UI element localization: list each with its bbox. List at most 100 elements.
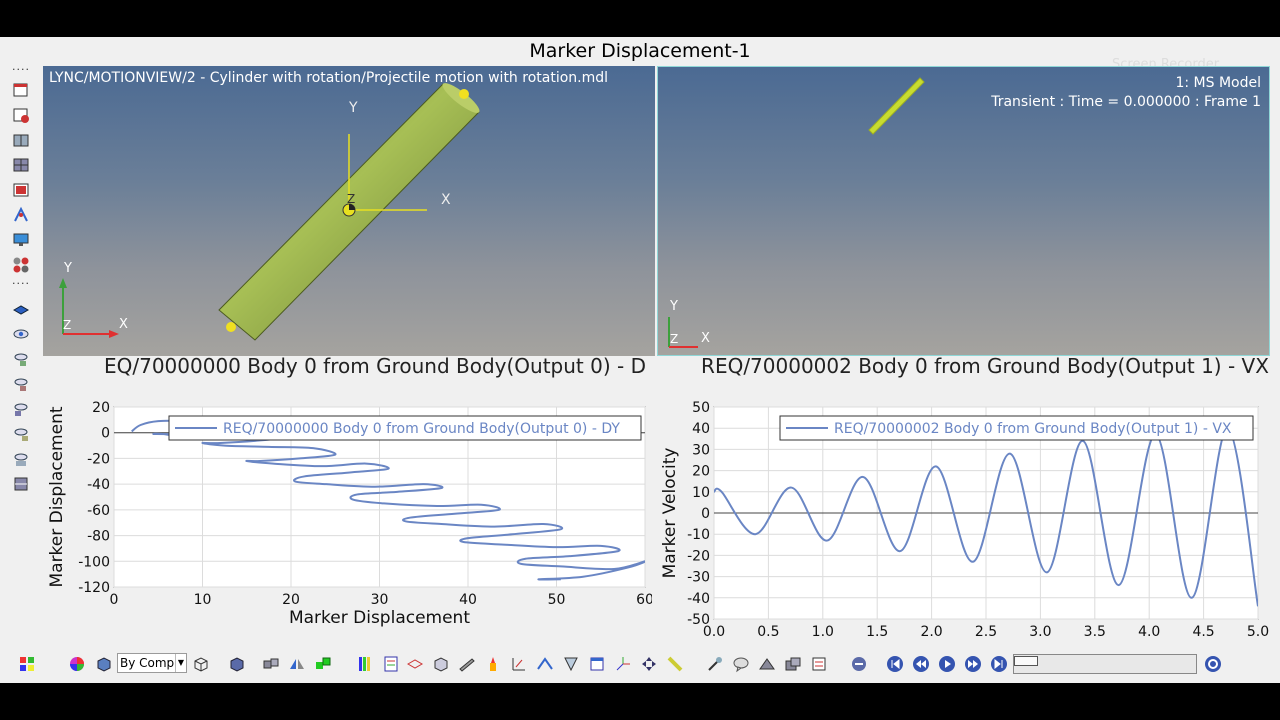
y-tick-label: -80: [87, 529, 110, 545]
x-axis-label: X: [441, 192, 451, 208]
iso-cube-icon[interactable]: [432, 655, 450, 673]
eye-hide-icon[interactable]: [12, 375, 30, 393]
wireframe-cube-icon[interactable]: [192, 655, 210, 673]
x-tick-label: 40: [459, 592, 477, 608]
color-mode-value: By Comp: [120, 656, 175, 670]
x-tick-label: 10: [194, 592, 212, 608]
rewind-icon[interactable]: [912, 655, 930, 673]
y-tick-label: 20: [692, 464, 710, 480]
x-tick-label: 1.5: [866, 624, 888, 640]
shaded-cube-icon[interactable]: [228, 655, 246, 673]
contour-icon[interactable]: [356, 655, 374, 673]
eye-isolate-icon[interactable]: [12, 400, 30, 418]
x-tick-label: 1.0: [812, 624, 834, 640]
x-tick-label: 60: [636, 592, 652, 608]
section-cut-icon[interactable]: [458, 655, 476, 673]
x-tick-label: 2.5: [975, 624, 997, 640]
first-frame-icon[interactable]: [886, 655, 904, 673]
model-viewport-right[interactable]: 1: MS Model Transient : Time = 0.000000 …: [657, 66, 1270, 356]
triad-y-label: Y: [64, 261, 72, 276]
component-color-icon[interactable]: [95, 655, 113, 673]
color-wheel-icon[interactable]: [68, 655, 86, 673]
left-toolbar: ···· ····: [6, 63, 38, 513]
notes-icon[interactable]: [588, 655, 606, 673]
fast-forward-icon[interactable]: [964, 655, 982, 673]
model-icon[interactable]: [12, 475, 30, 493]
y-tick-label: 20: [92, 400, 110, 416]
measure-icon[interactable]: [562, 655, 580, 673]
velocity-plot[interactable]: REQ/70000002 Body 0 from Ground Body(Out…: [655, 357, 1270, 640]
window-title: Marker Displacement-1: [529, 40, 751, 62]
x-tick-label: 4.5: [1192, 624, 1214, 640]
triad-x-label: X: [701, 331, 710, 346]
y-tick-label: 0: [701, 506, 710, 522]
move-icon[interactable]: [640, 655, 658, 673]
last-frame-icon[interactable]: [990, 655, 1008, 673]
monitor-icon[interactable]: [12, 231, 30, 249]
window-tile-icon[interactable]: [12, 131, 30, 149]
displacement-plot[interactable]: EQ/70000000 Body 0 from Ground Body(Outp…: [42, 357, 652, 640]
tracing-icon[interactable]: [484, 655, 502, 673]
transient-status: Transient : Time = 0.000000 : Frame 1: [991, 94, 1261, 110]
color-palette-icon[interactable]: [18, 655, 36, 673]
x-tick-label: 20: [282, 592, 300, 608]
triad-z-label: Z: [63, 318, 72, 332]
y-axis-title: Marker Velocity: [660, 448, 680, 579]
tensor-icon[interactable]: [536, 655, 554, 673]
y-tick-label: -40: [87, 477, 110, 493]
eye-reverse-icon[interactable]: [12, 425, 30, 443]
report-icon[interactable]: [810, 655, 828, 673]
deformed-icon[interactable]: [406, 655, 424, 673]
y-tick-label: -10: [687, 527, 710, 543]
system-axis-icon[interactable]: [614, 655, 632, 673]
mirror-icon[interactable]: [288, 655, 306, 673]
hotspot-icon[interactable]: [758, 655, 776, 673]
x-tick-label: 30: [371, 592, 389, 608]
displacement-chart: EQ/70000000 Body 0 from Ground Body(Outp…: [47, 357, 652, 628]
eye-show-icon[interactable]: [12, 350, 30, 368]
spheres-icon[interactable]: [12, 256, 30, 274]
play-icon[interactable]: [938, 655, 956, 673]
animation-mode-icon[interactable]: [850, 655, 868, 673]
x-tick-label: 0: [110, 592, 119, 608]
tracking-icon[interactable]: [666, 655, 684, 673]
layers-icon[interactable]: [12, 301, 30, 319]
x-tick-label: 3.5: [1084, 624, 1106, 640]
y-tick-label: -50: [687, 612, 710, 628]
window-grid-icon[interactable]: [12, 156, 30, 174]
velocity-chart: REQ/70000002 Body 0 from Ground Body(Out…: [660, 357, 1269, 640]
window-layout-icon[interactable]: [12, 81, 30, 99]
eye-icon[interactable]: [12, 325, 30, 343]
y-axis-label: Y: [349, 100, 358, 116]
query-icon[interactable]: [706, 655, 724, 673]
bottom-toolbar: By Comp ▼: [0, 650, 1280, 678]
animation-settings-gear-icon[interactable]: [1204, 655, 1222, 673]
window-swap-icon[interactable]: [12, 106, 30, 124]
y-tick-label: -100: [78, 554, 110, 570]
vector-icon[interactable]: [510, 655, 528, 673]
green-blocks-icon[interactable]: [314, 655, 332, 673]
annotation-icon[interactable]: [732, 655, 750, 673]
window-split-icon[interactable]: [12, 181, 30, 199]
plot-title: EQ/70000000 Body 0 from Ground Body(Outp…: [104, 357, 646, 378]
y-axis-title: Marker Displacement: [47, 406, 67, 587]
triad-y-label: Y: [670, 299, 678, 314]
y-tick-label: 10: [692, 485, 710, 501]
slider-handle[interactable]: [1014, 656, 1038, 666]
model-path-label: LYNC/MOTIONVIEW/2 - Cylinder with rotati…: [49, 70, 609, 86]
frame-icon[interactable]: [784, 655, 802, 673]
color-mode-select[interactable]: By Comp ▼: [117, 653, 187, 673]
legend-label: REQ/70000002 Body 0 from Ground Body(Out…: [834, 421, 1232, 437]
cube-group-icon[interactable]: [262, 655, 280, 673]
x-tick-label: 2.0: [920, 624, 942, 640]
animation-slider[interactable]: [1013, 654, 1197, 674]
plot-title: REQ/70000002 Body 0 from Ground Body(Out…: [701, 357, 1269, 378]
animation-icon[interactable]: [12, 206, 30, 224]
y-tick-label: -30: [687, 570, 710, 586]
y-tick-label: 30: [692, 442, 710, 458]
y-tick-label: 40: [692, 421, 710, 437]
legend-icon[interactable]: [382, 655, 400, 673]
eye-all-icon[interactable]: [12, 450, 30, 468]
model-viewport-left[interactable]: LYNC/MOTIONVIEW/2 - Cylinder with rotati…: [43, 66, 655, 356]
hyperview-window: Marker Displacement-1 Screen Recorder ··…: [0, 37, 1280, 683]
